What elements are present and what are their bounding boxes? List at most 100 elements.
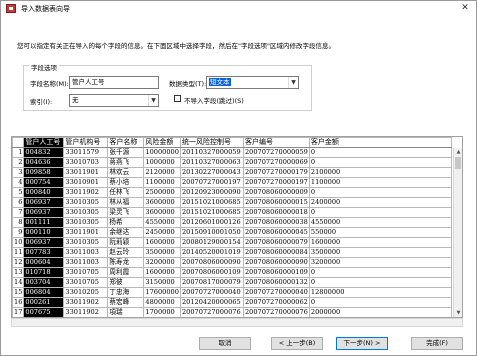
chevron-down-icon[interactable]: ▼ <box>288 77 298 88</box>
table-row[interactable]: 2 004636 33010703 蒋燕飞 1000000 20110327000063 2… <box>12 157 452 168</box>
table-cell-selected: 000604 <box>23 257 65 268</box>
table-cell: 蔡小培 <box>107 177 145 188</box>
table-cell: 17600000 <box>143 287 181 298</box>
table-cell: 4550000 <box>143 217 181 228</box>
table-cell-selected: 000840 <box>23 187 65 198</box>
table-cell: 2100000 <box>308 167 452 178</box>
column-header[interactable]: 管户机构号 <box>63 137 109 148</box>
horizontal-scrollbar[interactable] <box>11 318 463 327</box>
data-type-select[interactable]: 短文本 ▼ <box>206 76 299 89</box>
table-row[interactable]: 14 003704 33010705 郑彼 3150000 20070817000079 2… <box>12 277 452 288</box>
table-cell: 余继达 <box>107 227 145 238</box>
table-row[interactable]: 8 001111 33010305 杨希 4550000 20120601000126 20… <box>12 217 452 228</box>
table-cell: 丁忠海 <box>107 287 145 298</box>
data-type-value: 短文本 <box>209 78 231 86</box>
table-cell: 3150000 <box>143 277 181 288</box>
instruction-text: 您可以指定有关正在导入的每个字段的信息。在下面区域中选择字段，然后在"字段选项"… <box>17 42 335 50</box>
table-cell: 2000000 <box>308 307 452 317</box>
row-number: 13 <box>12 267 25 278</box>
table-cell: 0 <box>308 207 452 218</box>
row-number: 11 <box>12 247 25 258</box>
index-value: 无 <box>72 96 79 104</box>
table-cell: 阮莉颖 <box>107 237 145 248</box>
scroll-thumb[interactable] <box>455 157 461 169</box>
table-cell: 200708060000009 <box>242 187 310 198</box>
table-cell: 20150910001050 <box>179 227 244 238</box>
table-row[interactable]: 9 000110 33011901 余继达 2450000 20150910001050 2… <box>12 227 452 238</box>
table-cell: 0 <box>308 157 452 168</box>
table-row[interactable]: 3 009858 33011901 林欢云 2120000 20130227000043 2… <box>12 167 452 178</box>
skip-field-checkbox[interactable] <box>174 95 181 102</box>
index-select[interactable]: 无 ▼ <box>69 94 159 107</box>
scroll-up-icon[interactable]: ▲ <box>454 148 462 157</box>
table-cell: 33011902 <box>63 297 109 308</box>
table-header-row: 管户人工号 管户机构号 客户名称 风险金额 统一风险控制号 客户编号 客户金额 <box>12 137 452 148</box>
table-cell: 20070806000090 <box>179 257 244 268</box>
column-header[interactable]: 客户编号 <box>242 137 310 148</box>
table-cell: 200708060000079 <box>242 237 310 248</box>
table-cell: 33011901 <box>63 227 109 238</box>
next-button[interactable]: 下一步(N) > <box>336 337 388 350</box>
table-cell: 33011003 <box>63 247 109 258</box>
table-row[interactable]: 16 000261 33011902 蔡宏峰 4800000 20120420000065… <box>12 297 452 308</box>
row-number: 6 <box>12 197 25 208</box>
table-cell: 2500000 <box>143 187 181 198</box>
table-row[interactable]: 5 000840 33011902 任林飞 2500000 20120923000090 2… <box>12 187 452 198</box>
row-number: 17 <box>12 307 25 317</box>
table-row[interactable]: 11 007783 33011003 赵云玲 3500000 20140520001019… <box>12 247 452 258</box>
table-cell: 200707270000197 <box>242 177 310 188</box>
table-cell: 1100000 <box>143 177 181 188</box>
table-row[interactable]: 15 006804 33010205 丁忠海 17600000 2007072700004… <box>12 287 452 298</box>
table-cell: 4550000 <box>308 217 452 228</box>
table-row[interactable]: 13 010718 33010705 周利霞 1600000 20070806000109… <box>12 267 452 278</box>
vertical-scrollbar[interactable]: ▲ ▼ <box>453 148 462 317</box>
row-number: 14 <box>12 277 25 288</box>
table-row[interactable]: 12 000604 33011003 陈寿龙 3200000 20070806000090… <box>12 257 452 268</box>
column-header[interactable]: 统一风险控制号 <box>179 137 244 148</box>
column-header[interactable]: 风险金额 <box>143 137 181 148</box>
skip-field-label: 不导入字段(跳过)(S) <box>184 97 244 105</box>
row-number: 2 <box>12 157 25 168</box>
table-cell: 3200000 <box>143 257 181 268</box>
table-row[interactable]: 1 004832 33011579 张千源 10000000 20110327000059… <box>12 147 452 158</box>
table-cell: 3600000 <box>143 207 181 218</box>
table-cell-selected: 006937 <box>23 207 65 218</box>
table-cell-selected: 004832 <box>23 147 65 158</box>
table-cell: 20140520001019 <box>179 247 244 258</box>
table-cell: 200708060000015 <box>242 197 310 208</box>
row-number: 4 <box>12 177 25 188</box>
row-number: 16 <box>12 297 25 308</box>
table-row[interactable]: 17 007675 33011902 項瑞 1700000 20070727000076 2… <box>12 307 452 317</box>
table-cell: 550000 <box>308 227 452 238</box>
table-row[interactable]: 7 006937 33010305 梁灵飞 3600000 20151021000685 2… <box>12 207 452 218</box>
column-header[interactable]: 客户名称 <box>107 137 145 148</box>
finish-button[interactable]: 完成(F) <box>411 337 463 350</box>
back-button[interactable]: < 上一步(B) <box>271 337 323 350</box>
table-cell: 20070817000079 <box>179 277 244 288</box>
table-cell: 2450000 <box>143 227 181 238</box>
table-cell: 0 <box>308 147 452 158</box>
table-cell: 0 <box>308 277 452 288</box>
table-cell: 20070727000040 <box>179 287 244 298</box>
table-row[interactable]: 10 006937 33010305 阮莉颖 1600000 20080129000154… <box>12 237 452 248</box>
table-cell: 1700000 <box>143 307 181 317</box>
field-name-input[interactable]: 管户人工号 <box>69 76 159 89</box>
table-cell: 20110327000063 <box>179 157 244 168</box>
table-cell: 200708060000038 <box>242 217 310 228</box>
table-cell: 蔡宏峰 <box>107 297 145 308</box>
table-row[interactable]: 4 000754 33010901 蔡小培 1100000 20070727000197 2… <box>12 177 452 188</box>
column-header[interactable]: 客户金额 <box>308 137 452 148</box>
table-cell: 1100000 <box>308 177 452 188</box>
table-cell: 33010703 <box>63 157 109 168</box>
table-cell: 2120000 <box>143 167 181 178</box>
window-title: 导入数据表向导 <box>21 5 70 13</box>
table-row[interactable]: 6 006937 33010305 林从福 3600000 20151021000685 2… <box>12 197 452 208</box>
chevron-down-icon[interactable]: ▼ <box>148 95 158 106</box>
close-icon[interactable]: ✕ <box>458 2 472 15</box>
table-cell: 0 <box>308 267 452 278</box>
scroll-down-icon[interactable]: ▼ <box>454 309 462 317</box>
table-cell: 3500000 <box>308 247 452 258</box>
data-preview-grid[interactable]: 管户人工号 管户机构号 客户名称 风险金额 统一风险控制号 客户编号 客户金额 … <box>11 136 463 318</box>
cancel-button[interactable]: 取消 <box>199 337 251 350</box>
column-header[interactable]: 管户人工号 <box>23 137 65 148</box>
